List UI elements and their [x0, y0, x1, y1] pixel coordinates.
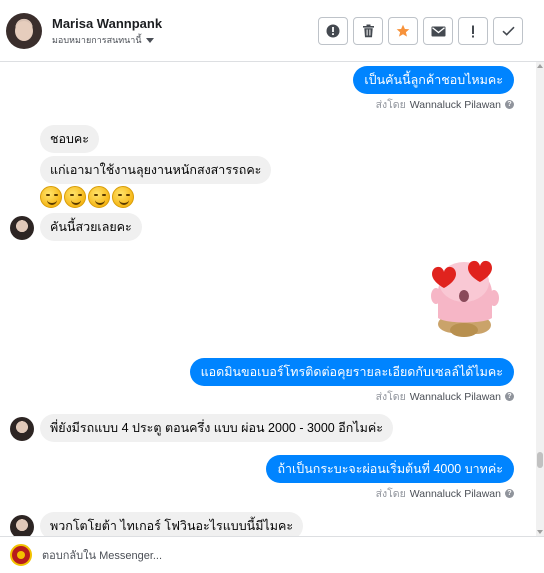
- scroll-down-arrow-icon[interactable]: [537, 530, 543, 534]
- star-button[interactable]: [388, 17, 418, 45]
- caret-down-icon: [145, 37, 154, 43]
- done-button[interactable]: [493, 17, 523, 45]
- assign-label: มอบหมายการสนทนานี้: [52, 35, 142, 45]
- message-bubble-outgoing[interactable]: เป็นคันนี้ลูกค้าชอบไหมคะ: [353, 66, 514, 94]
- message-bubble-incoming[interactable]: พวกโตโยต้า ไทเกอร์ โฟวินอะไรแบบนี้มีไมคะ: [40, 512, 304, 536]
- smirk-emoji-icon: [64, 186, 86, 208]
- message-bubble-outgoing[interactable]: แอดมินขอเบอร์โทรติดต่อคุยรายละเอียดกับเซ…: [189, 358, 514, 386]
- sent-by-label: ส่งโดย Wannaluck Pilawan ?: [376, 485, 514, 502]
- message-thread[interactable]: เป็นคันนี้ลูกค้าชอบไหมคะ ส่งโดย Wannaluc…: [0, 62, 544, 536]
- sent-by-prefix: ส่งโดย: [375, 99, 406, 111]
- message-bubble-incoming[interactable]: แก่เอามาใช้งานลุยงานหนักสงสารรถคะ: [40, 156, 272, 184]
- sent-by-name: Wannaluck Pilawan: [409, 390, 501, 403]
- mark-unread-button[interactable]: [423, 17, 453, 45]
- scrollbar-thumb[interactable]: [537, 452, 543, 468]
- checkmark-icon: [501, 26, 515, 36]
- sent-by-name: Wannaluck Pilawan: [409, 98, 501, 111]
- smirk-emoji-icon: [88, 186, 110, 208]
- spam-button[interactable]: [318, 17, 348, 45]
- sticker-message[interactable]: [424, 252, 506, 338]
- scroll-up-arrow-icon[interactable]: [537, 64, 543, 68]
- page-logo-avatar: [10, 544, 32, 566]
- help-icon[interactable]: ?: [505, 489, 514, 498]
- smirk-emoji-icon: [112, 186, 134, 208]
- contact-avatar-small[interactable]: [10, 216, 34, 240]
- sent-by-prefix: ส่งโดย: [375, 391, 406, 403]
- pink-blob-heart-eyes-sticker: [431, 260, 499, 337]
- message-bubble-incoming[interactable]: พี่ยังมีรถแบบ 4 ประตู ตอนครึ่ง แบบ ผ่อน …: [40, 414, 393, 442]
- sent-by-name: Wannaluck Pilawan: [409, 487, 501, 500]
- contact-avatar-small[interactable]: [10, 515, 34, 536]
- chat-scrollbar[interactable]: [536, 62, 544, 536]
- contact-avatar-small[interactable]: [10, 417, 34, 441]
- reply-composer: [0, 536, 544, 573]
- contact-avatar[interactable]: [6, 13, 42, 49]
- conversation-toolbar: [318, 17, 523, 45]
- report-button[interactable]: [458, 17, 488, 45]
- help-icon[interactable]: ?: [505, 392, 514, 401]
- assign-conversation-dropdown[interactable]: มอบหมายการสนทนานี้: [52, 33, 154, 47]
- exclamation-icon: [472, 25, 474, 37]
- sent-by-prefix: ส่งโดย: [375, 488, 406, 500]
- message-bubble-outgoing[interactable]: ถ้าเป็นกระบะจะผ่อนเริ่มต้นที่ 4000 บาทค่…: [266, 455, 514, 483]
- delete-button[interactable]: [353, 17, 383, 45]
- smirk-emoji-icon: [40, 186, 62, 208]
- contact-name[interactable]: Marisa Wannpank: [52, 16, 162, 31]
- sent-by-label: ส่งโดย Wannaluck Pilawan ?: [376, 388, 514, 405]
- help-icon[interactable]: ?: [505, 100, 514, 109]
- trash-icon: [362, 24, 374, 38]
- alert-circle-icon: [326, 24, 340, 38]
- sent-by-label: ส่งโดย Wannaluck Pilawan ?: [376, 96, 514, 113]
- message-bubble-incoming[interactable]: ชอบคะ: [40, 125, 100, 153]
- conversation-header: Marisa Wannpank มอบหมายการสนทนานี้: [0, 0, 544, 62]
- message-bubble-incoming[interactable]: คันนี้สวยเลยคะ: [40, 213, 142, 241]
- reply-input[interactable]: [42, 547, 522, 565]
- envelope-icon: [431, 26, 445, 36]
- star-icon: [396, 24, 410, 37]
